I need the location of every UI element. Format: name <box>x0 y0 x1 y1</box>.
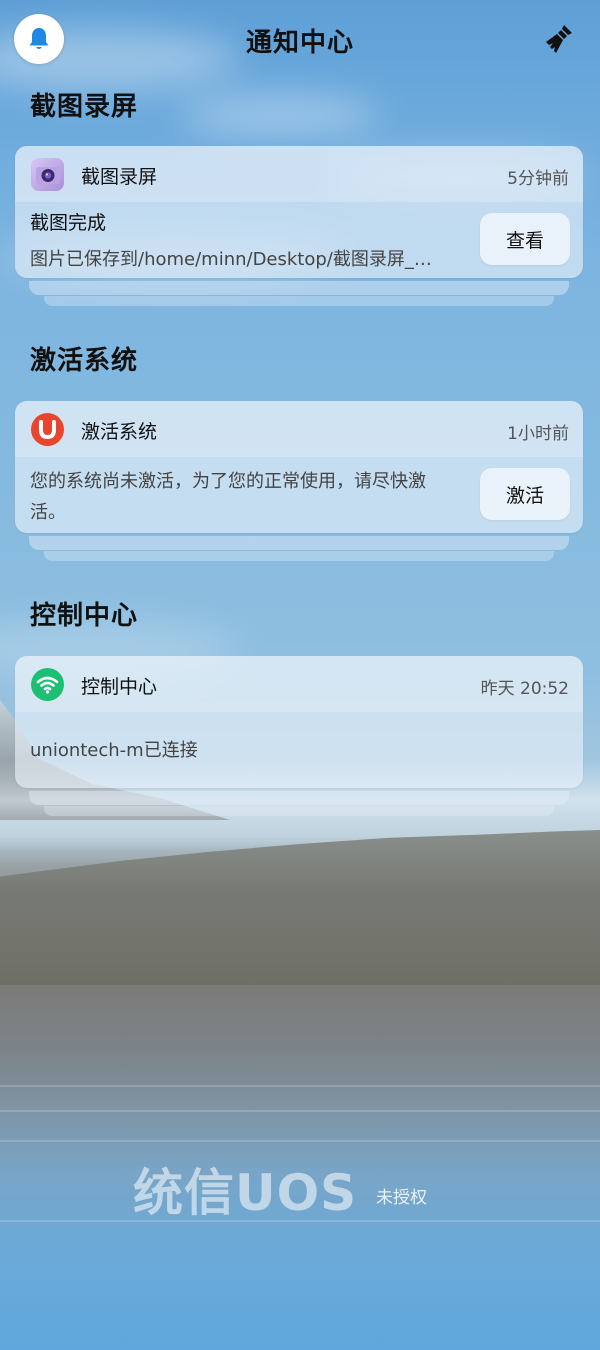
stacked-notification-shadow <box>44 806 554 816</box>
app-name: 控制中心 <box>81 676 158 698</box>
app-name: 截图录屏 <box>81 166 158 188</box>
notification-body: uniontech-m已连接 <box>30 740 198 761</box>
notification-card-screenshot[interactable]: 截图录屏 5分钟前 截图完成 图片已保存到/home/minn/Desktop/… <box>15 146 583 278</box>
app-name: 激活系统 <box>81 421 158 443</box>
stacked-notification-shadow <box>29 536 569 550</box>
stacked-notification-shadow <box>44 296 554 306</box>
notification-body: 图片已保存到/home/minn/Desktop/截图录屏_… <box>30 249 432 270</box>
group-title-screenshot: 截图录屏 <box>30 92 139 122</box>
background-cloud <box>180 95 380 135</box>
wifi-icon <box>31 668 64 701</box>
notification-card-control-center[interactable]: 控制中心 昨天 20:52 uniontech-m已连接 <box>15 656 583 788</box>
uos-logo-watermark: 统信UOS <box>133 1164 358 1222</box>
page-title: 通知中心 <box>245 28 354 58</box>
group-title-activation: 激活系统 <box>30 346 139 376</box>
notification-time: 5分钟前 <box>507 169 569 189</box>
water-ripple <box>0 1140 600 1142</box>
license-status: 未授权 <box>376 1188 427 1208</box>
notification-center-screen: 通知中心 截图录屏 截图录屏 5分钟前 截图完成 图片已保存到/home/min… <box>0 0 600 1350</box>
clear-all-button[interactable] <box>540 20 578 58</box>
notification-body-line1: 您的系统尚未激活，为了您的正常使用，请尽快激 <box>30 471 426 492</box>
group-title-control-center: 控制中心 <box>30 601 139 631</box>
water-ripple <box>0 1085 600 1087</box>
notification-time: 1小时前 <box>507 424 569 444</box>
camera-icon <box>31 158 64 191</box>
notification-title: 截图完成 <box>30 212 107 234</box>
uos-activation-icon <box>31 413 64 446</box>
notification-card-activation[interactable]: 激活系统 1小时前 您的系统尚未激活，为了您的正常使用，请尽快激 活。 激活 <box>15 401 583 533</box>
view-button[interactable]: 查看 <box>480 213 570 265</box>
notification-body-line2: 活。 <box>30 502 66 523</box>
stacked-notification-shadow <box>44 551 554 561</box>
activate-button[interactable]: 激活 <box>480 468 570 520</box>
stacked-notification-shadow <box>29 281 569 295</box>
background-hill <box>0 830 600 985</box>
stacked-notification-shadow <box>29 791 569 805</box>
water-ripple <box>0 1110 600 1112</box>
header: 通知中心 <box>0 0 600 84</box>
broom-icon <box>546 25 572 53</box>
notification-time: 昨天 20:52 <box>480 679 569 699</box>
